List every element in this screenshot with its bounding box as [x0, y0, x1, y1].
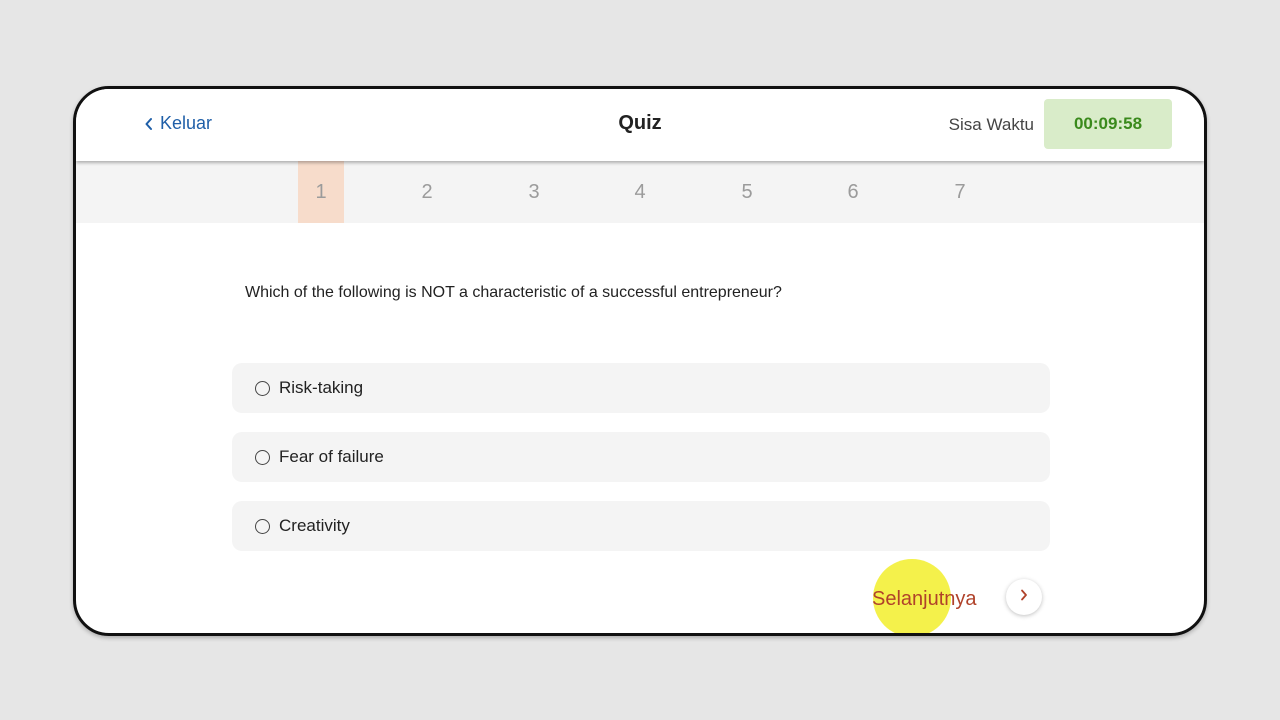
tab-question-5[interactable]: 5 — [724, 161, 770, 223]
radio-unchecked-icon[interactable] — [255, 380, 270, 396]
question-tabs: 1 2 3 4 5 6 7 — [76, 161, 1204, 223]
next-button[interactable] — [1006, 579, 1042, 615]
radio-unchecked-icon[interactable] — [255, 449, 270, 465]
device-frame: Keluar Quiz Sisa Waktu 00:09:58 1 2 3 4 … — [73, 86, 1207, 636]
tab-question-4[interactable]: 4 — [617, 161, 663, 223]
answer-option[interactable]: Fear of failure — [232, 432, 1050, 482]
next-label[interactable]: Selanjutnya — [872, 588, 977, 611]
top-bar: Keluar Quiz Sisa Waktu 00:09:58 — [76, 89, 1204, 161]
tab-question-6[interactable]: 6 — [830, 161, 876, 223]
answer-option-label: Creativity — [279, 516, 350, 535]
tab-question-3[interactable]: 3 — [511, 161, 557, 223]
radio-unchecked-icon[interactable] — [255, 518, 270, 534]
answer-option[interactable]: Risk-taking — [232, 363, 1050, 413]
tab-question-1[interactable]: 1 — [298, 161, 344, 223]
chevron-right-icon — [1019, 588, 1029, 607]
question-text: Which of the following is NOT a characte… — [245, 284, 782, 301]
answer-option-label: Risk-taking — [279, 378, 364, 397]
tab-question-7[interactable]: 7 — [937, 161, 983, 223]
tab-question-2[interactable]: 2 — [404, 161, 450, 223]
page-title: Quiz — [618, 112, 662, 134]
countdown-timer: 00:09:58 — [1044, 99, 1172, 149]
answer-option[interactable]: Creativity — [232, 501, 1050, 551]
remaining-time-label: Sisa Waktu — [948, 115, 1034, 134]
answer-option-label: Fear of failure — [279, 447, 384, 466]
